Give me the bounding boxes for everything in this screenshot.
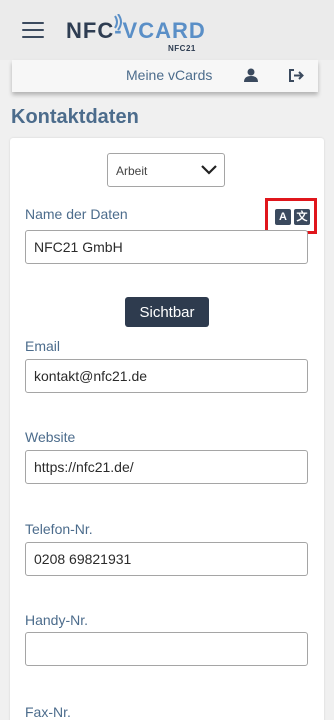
secondary-navbar: Meine vCards [12,60,318,92]
mobile-label: Handy-Nr. [25,612,89,628]
fax-label: Fax-Nr. [25,704,71,720]
phone-label: Telefon-Nr. [25,521,93,537]
website-input[interactable] [25,450,308,484]
website-label: Website [25,429,76,445]
translate-cjk-icon[interactable]: 文 [294,209,310,225]
hamburger-menu-icon[interactable] [22,22,44,38]
name-label: Name der Daten [25,206,128,222]
top-bar: NFC-VCARD NFC21 [0,0,334,60]
translate-toggle: A 文 [265,198,317,234]
email-input[interactable] [25,359,308,393]
logo-subtext: NFC21 [168,44,196,53]
translate-a-icon[interactable]: A [275,209,291,225]
user-icon[interactable] [244,68,258,82]
mobile-input[interactable] [25,632,308,666]
sign-out-icon[interactable] [288,69,304,82]
phone-input[interactable] [25,542,308,576]
visible-button[interactable]: Sichtbar [125,297,209,327]
logo[interactable]: NFC-VCARD NFC21 [66,14,206,56]
email-label: Email [25,338,61,354]
nav-link-meine-vcards[interactable]: Meine vCards [126,67,212,83]
chevron-down-icon [201,165,217,175]
name-input[interactable] [25,230,308,264]
type-select-value: Arbeit [116,164,148,178]
logo-text: NFC-VCARD [66,18,206,43]
page-title: Kontaktdaten [11,106,139,128]
type-select[interactable]: Arbeit [107,153,225,187]
